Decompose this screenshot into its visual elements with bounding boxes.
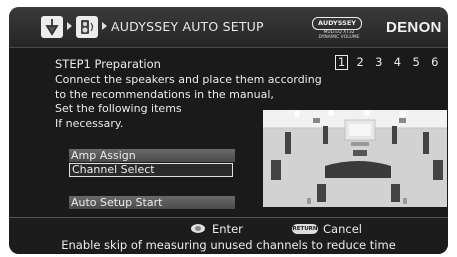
audyssey-dynamic-volume-label: DYNAMIC VOLUME <box>318 35 360 40</box>
step-number-current: 1 <box>335 55 348 70</box>
footer-bar: Enter RETURN Cancel Enable skip of measu… <box>9 217 448 254</box>
enter-button-icon <box>191 224 205 233</box>
instruction-line: to the recommendations in the manual, <box>55 87 274 101</box>
step-number: 6 <box>431 55 439 69</box>
help-description: Enable skip of measuring unused channels… <box>61 238 396 252</box>
breadcrumb-arrow-icon <box>67 22 72 30</box>
audyssey-badge: AUDYSSEY <box>312 17 362 30</box>
cancel-hint: Cancel <box>323 222 362 236</box>
speaker-placement-illustration <box>263 110 447 207</box>
breadcrumb-arrow-icon <box>102 22 107 30</box>
instruction-line: Connect the speakers and place them acco… <box>55 73 322 86</box>
page-title: AUDYSSEY AUTO SETUP <box>111 19 264 34</box>
menu-item-amp-assign[interactable]: Amp Assign <box>69 149 235 162</box>
return-button-icon: RETURN <box>292 224 318 234</box>
menu-item-auto-setup-start[interactable]: Auto Setup Start <box>69 196 235 209</box>
setup-menu-icon <box>41 16 63 38</box>
step-number: 5 <box>412 55 420 69</box>
brand-logo: DENON <box>386 19 442 36</box>
enter-hint: Enter <box>212 222 243 236</box>
step-number: 2 <box>356 55 364 69</box>
menu-item-channel-select[interactable]: Channel Select <box>69 163 233 177</box>
speaker-icon <box>76 16 98 38</box>
step-number: 4 <box>393 55 402 69</box>
header-bar: AUDYSSEY AUTO SETUP AUDYSSEY MULTEQ XT32… <box>9 7 448 48</box>
audyssey-subtitle: MULTEQ XT32 DYNAMIC VOLUME <box>312 30 366 40</box>
setup-screen: AUDYSSEY AUTO SETUP AUDYSSEY MULTEQ XT32… <box>9 7 448 254</box>
step-number: 3 <box>375 55 383 69</box>
step-indicator: 1 2 3 4 5 6 <box>335 55 443 70</box>
step-title: STEP1 Preparation <box>55 57 161 71</box>
audyssey-logo: AUDYSSEY MULTEQ XT32 DYNAMIC VOLUME <box>312 17 366 41</box>
